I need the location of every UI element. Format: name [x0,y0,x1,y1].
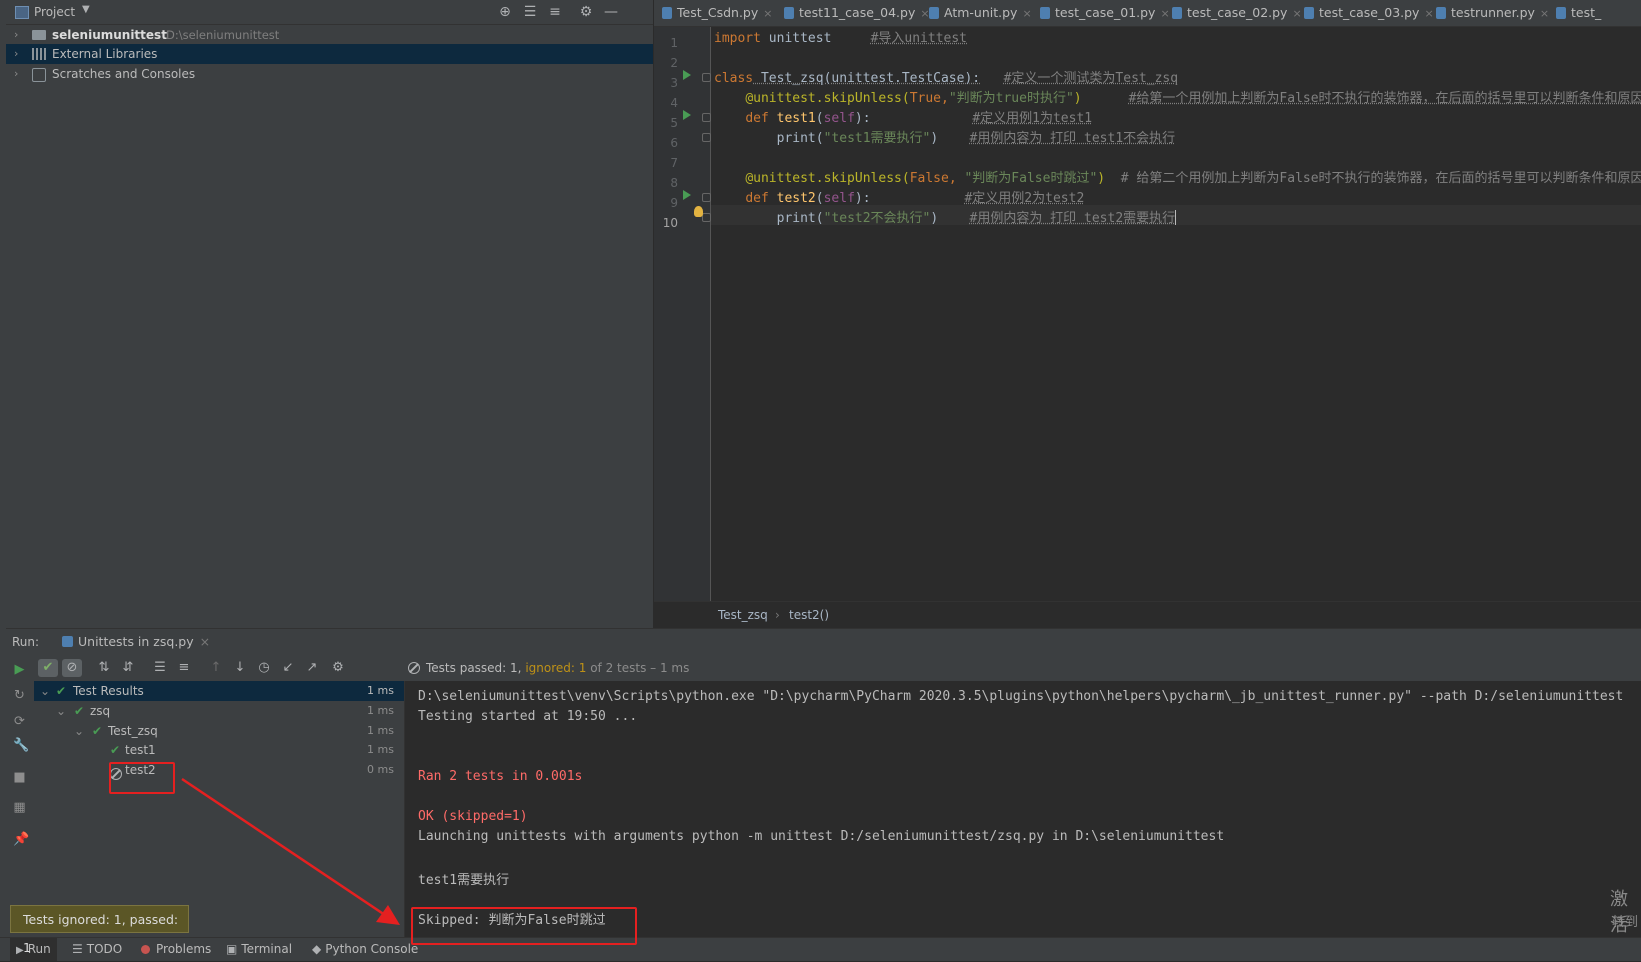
annotation-arrow [181,777,400,925]
